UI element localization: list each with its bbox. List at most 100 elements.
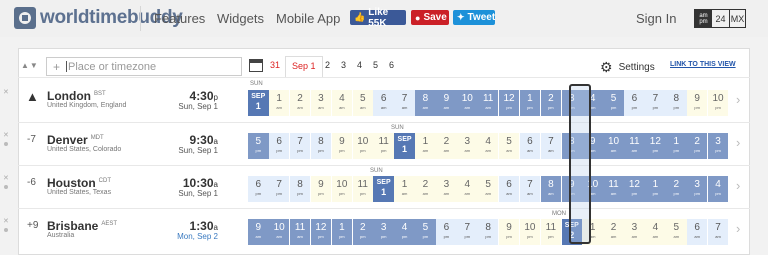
remove-row-icon[interactable]: ✕ — [3, 217, 9, 225]
hour-cell[interactable]: 1 am — [415, 133, 436, 159]
hour-cell[interactable]: 8 pm — [289, 176, 311, 202]
nav-mobile-app[interactable]: Mobile App — [276, 11, 340, 26]
hour-cell[interactable]: 2 pm — [686, 133, 708, 159]
hour-cell[interactable]: 2 am — [603, 219, 624, 245]
date-tab-3[interactable]: 3 — [341, 60, 346, 70]
hour-cell[interactable]: 11 am — [624, 133, 645, 159]
hour-cell[interactable]: 9 am — [582, 133, 603, 159]
tweet-button[interactable]: ✦ Tweet — [453, 10, 495, 25]
sort-arrows-icon[interactable]: ▲▼ — [21, 61, 39, 70]
hour-cell[interactable]: 9 pm — [686, 90, 708, 116]
hour-cell[interactable]: 3 pm — [561, 90, 582, 116]
hour-cell[interactable]: 3 am — [457, 133, 478, 159]
sign-in-link[interactable]: Sign In — [636, 11, 676, 26]
hour-cell[interactable]: 5 am — [666, 219, 687, 245]
day-start-cell[interactable]: SEP 1 — [394, 133, 415, 159]
hour-cell[interactable]: 10 am — [268, 219, 290, 245]
hour-cell[interactable]: 2 pm — [666, 176, 687, 202]
hour-cell[interactable]: 9 am — [436, 90, 457, 116]
calendar-icon[interactable] — [249, 59, 263, 72]
hour-cell[interactable]: 6 pm — [624, 90, 645, 116]
hour-cell[interactable]: 11 pm — [373, 133, 394, 159]
hour-cell[interactable]: 7 pm — [268, 176, 290, 202]
hour-cell[interactable]: 6 pm — [248, 176, 269, 202]
hour-cell[interactable]: 8 am — [415, 90, 436, 116]
chevron-right-icon[interactable]: › — [736, 135, 740, 150]
date-tab-31[interactable]: 31 — [270, 60, 280, 70]
hour-cell[interactable]: 10 pm — [331, 176, 353, 202]
hour-cell[interactable]: 1 pm — [666, 133, 687, 159]
hour-cell[interactable]: 3 pm — [373, 219, 394, 245]
day-start-cell[interactable]: SEP 1 — [373, 176, 394, 202]
day-start-cell[interactable]: SEP 1 — [248, 90, 269, 116]
date-tab-5[interactable]: 5 — [373, 60, 378, 70]
hour-cell[interactable]: 3 am — [310, 90, 332, 116]
chevron-right-icon[interactable]: › — [736, 178, 740, 193]
hour-cell[interactable]: 2 pm — [540, 90, 562, 116]
hour-cell[interactable]: 4 am — [331, 90, 353, 116]
hour-cell[interactable]: 4 pm — [707, 176, 729, 202]
hour-cell[interactable]: 6 am — [373, 90, 394, 116]
hour-cell[interactable]: 3 pm — [707, 133, 729, 159]
hour-cell[interactable]: 10 am — [457, 90, 478, 116]
hour-cell[interactable]: 3 am — [624, 219, 645, 245]
hour-cell[interactable]: 10 pm — [519, 219, 541, 245]
remove-row-icon[interactable]: ✕ — [3, 131, 9, 139]
hour-cell[interactable]: 9 am — [248, 219, 269, 245]
hour-cell[interactable]: 9 pm — [331, 133, 353, 159]
hour-cell[interactable]: 7 am — [394, 90, 415, 116]
hour-cell[interactable]: 8 pm — [666, 90, 687, 116]
hour-cell[interactable]: 2 pm — [352, 219, 373, 245]
hour-cell[interactable]: 9 pm — [498, 219, 520, 245]
mixed-format-button[interactable]: MX — [729, 10, 745, 27]
hour-cell[interactable]: 5 pm — [603, 90, 624, 116]
hour-cell[interactable]: 6 pm — [268, 133, 290, 159]
hour-cell[interactable]: 4 pm — [582, 90, 603, 116]
nav-widgets[interactable]: Widgets — [217, 11, 264, 26]
hour-cell[interactable]: 2 am — [415, 176, 436, 202]
ampm-format-button[interactable]: am pm — [695, 10, 712, 27]
hour-cell[interactable]: 7 am — [707, 219, 729, 245]
date-tab-sep-1[interactable]: Sep 1 — [285, 56, 323, 77]
hour-cell[interactable]: 7 am — [519, 176, 541, 202]
facebook-like-button[interactable]: 👍 Like 55K — [350, 7, 406, 29]
hour-cell[interactable]: 4 am — [477, 133, 499, 159]
hour-cell[interactable]: 8 am — [561, 133, 582, 159]
hour-cell[interactable]: 8 pm — [310, 133, 332, 159]
remove-row-icon[interactable]: ✕ — [3, 174, 9, 182]
hour-cell[interactable]: 6 am — [686, 219, 708, 245]
hour-cell[interactable]: 3 pm — [686, 176, 708, 202]
hour-cell[interactable]: 12 pm — [624, 176, 645, 202]
remove-row-icon[interactable]: ✕ — [3, 88, 9, 96]
date-tab-6[interactable]: 6 — [389, 60, 394, 70]
hour-cell[interactable]: 1 am — [268, 90, 290, 116]
hour-cell[interactable]: 8 am — [540, 176, 562, 202]
chevron-right-icon[interactable]: › — [736, 92, 740, 107]
hour-cell[interactable]: 7 pm — [457, 219, 478, 245]
drag-handle-icon[interactable] — [4, 185, 8, 189]
date-tab-4[interactable]: 4 — [357, 60, 362, 70]
hour-cell[interactable]: 11 pm — [540, 219, 562, 245]
hour-cell[interactable]: 9 am — [561, 176, 582, 202]
hour-cell[interactable]: 8 pm — [477, 219, 499, 245]
hour-cell[interactable]: 2 am — [436, 133, 457, 159]
hour-cell[interactable]: 7 pm — [289, 133, 311, 159]
hour-cell[interactable]: 1 pm — [331, 219, 353, 245]
hour-cell[interactable]: 9 pm — [310, 176, 332, 202]
hour-cell[interactable]: 10 am — [603, 133, 624, 159]
hour-cell[interactable]: 7 am — [540, 133, 562, 159]
hour-cell[interactable]: 11 am — [289, 219, 311, 245]
hour-cell[interactable]: 3 am — [436, 176, 457, 202]
hour-cell[interactable]: 5 pm — [248, 133, 269, 159]
day-start-cell[interactable]: SEP 2 — [561, 219, 582, 245]
hour-cell[interactable]: 5 pm — [415, 219, 436, 245]
hour-cell[interactable]: 6 pm — [436, 219, 457, 245]
hour-cell[interactable]: 7 pm — [645, 90, 666, 116]
hour-cell[interactable]: 11 am — [477, 90, 499, 116]
hour-cell[interactable]: 1 am — [394, 176, 415, 202]
hour-cell[interactable]: 12 pm — [645, 133, 666, 159]
home-icon[interactable]: ▲ — [26, 89, 39, 104]
hour-cell[interactable]: 6 am — [498, 176, 520, 202]
hour-cell[interactable]: 1 pm — [645, 176, 666, 202]
hour-cell[interactable]: 12 pm — [310, 219, 332, 245]
